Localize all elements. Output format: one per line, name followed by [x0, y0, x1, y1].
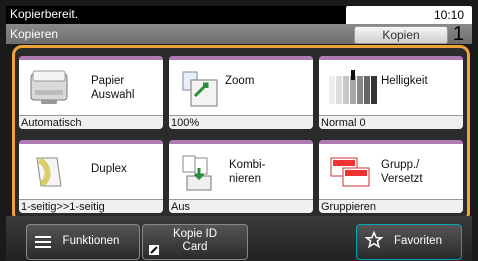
id-card-copy-button[interactable]: Kopie ID Card [142, 224, 248, 260]
tile-label: Zoom [225, 75, 255, 87]
functions-button[interactable]: Funktionen [26, 224, 140, 260]
functions-label: Funktionen [62, 235, 120, 247]
tile-zoom[interactable]: Zoom 100% [169, 56, 313, 129]
tile-stripe [319, 140, 463, 144]
zoom-icon [177, 66, 221, 110]
tile-label: Grupp./ Versetzt [381, 159, 423, 185]
paper-tray-icon [27, 66, 71, 110]
tile-value: Aus [169, 199, 313, 213]
tile-collate-offset[interactable]: Grupp./ Versetzt Gruppieren [319, 140, 463, 213]
time-box: 10:10 [346, 6, 472, 24]
tile-combine[interactable]: Kombi- nieren Aus [169, 140, 313, 213]
tile-label: Papier Auswahl [91, 75, 135, 101]
tile-duplex[interactable]: Duplex 1-seitig>>1-seitig [19, 140, 163, 213]
favorites-label: Favoriten [394, 235, 442, 247]
tile-label: Helligkeit [381, 75, 428, 87]
tile-stripe [19, 56, 163, 60]
tile-stripe [319, 56, 463, 60]
tile-value: 100% [169, 115, 313, 129]
screen-title: Kopieren [10, 27, 59, 41]
copies-button[interactable]: Kopien [354, 26, 448, 44]
tile-label: Duplex [91, 163, 127, 175]
clock: 10:10 [433, 8, 464, 22]
combine-icon [177, 150, 221, 194]
bottom-toolbar: Funktionen Kopie ID Card Favoriten [6, 216, 472, 261]
screen-header: Kopieren Kopien 1 [6, 23, 472, 45]
status-bar: Kopierbereit. 10:10 [6, 6, 472, 24]
copies-count: 1 [452, 23, 464, 45]
tile-label: Kombi- nieren [229, 159, 266, 185]
collate-offset-icon [327, 150, 379, 194]
tile-value: Automatisch [19, 115, 163, 129]
tile-brightness[interactable]: Helligkeit Normal 0 [319, 56, 463, 129]
tile-stripe [169, 56, 313, 60]
id-card-label: Kopie ID Card [172, 228, 218, 253]
duplex-icon [27, 150, 71, 194]
tile-paper-selection[interactable]: Papier Auswahl Automatisch [19, 56, 163, 129]
tile-stripe [19, 140, 163, 144]
favorites-button[interactable]: Favoriten [356, 224, 462, 260]
copies-label: Kopien [382, 28, 420, 42]
tile-stripe [169, 140, 313, 144]
tile-value: Normal 0 [319, 115, 463, 129]
tile-value: Gruppieren [319, 199, 463, 213]
tile-value: 1-seitig>>1-seitig [19, 199, 163, 213]
status-text: Kopierbereit. [10, 7, 79, 21]
quick-settings-panel: Papier Auswahl Automatisch Zoom 100% Hel… [12, 45, 470, 223]
brightness-icon [327, 66, 381, 110]
